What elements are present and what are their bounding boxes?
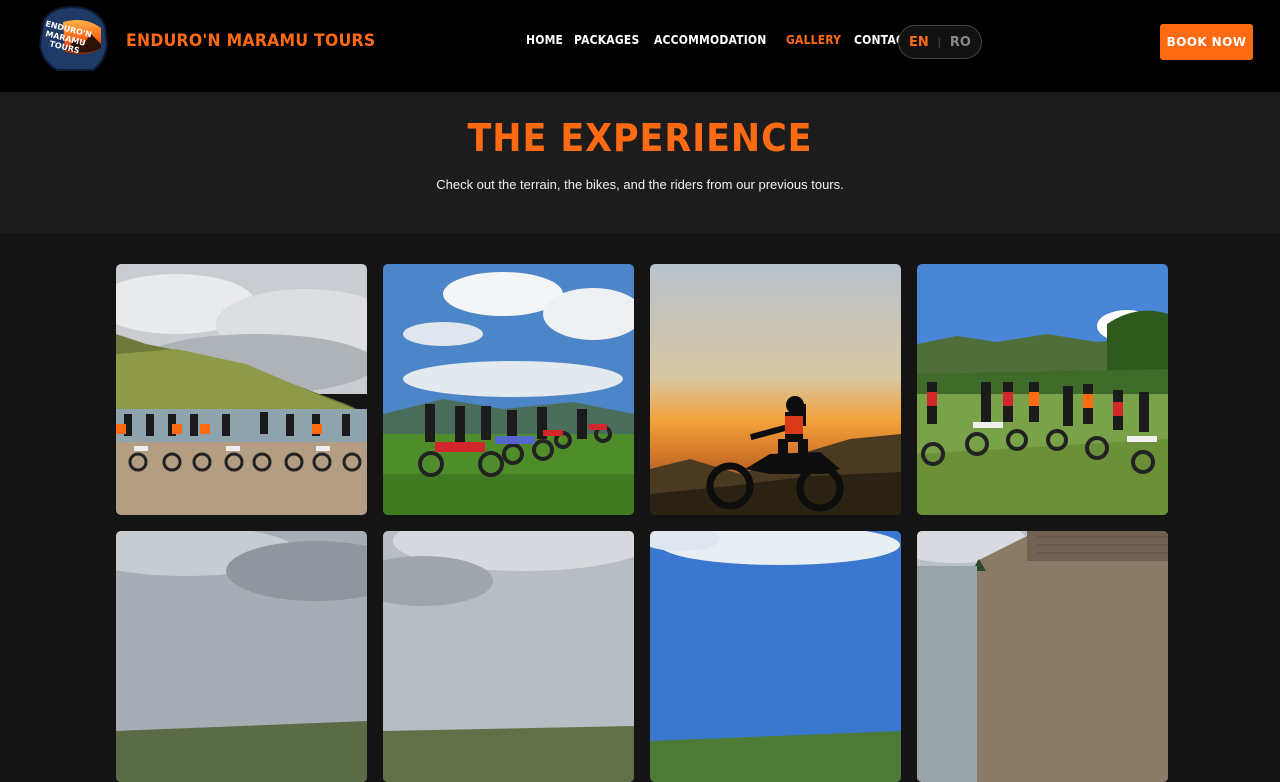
gallery-photo-wooden-cabin[interactable] [917, 531, 1168, 782]
nav-gallery[interactable]: GALLERY [786, 33, 841, 51]
page-subtitle: Check out the terrain, the bikes, and th… [436, 177, 844, 192]
gallery-hero: THE EXPERIENCE Check out the terrain, th… [0, 92, 1280, 233]
brand-name[interactable]: ENDURO'N MARAMU TOURS [126, 31, 375, 51]
page-title: THE EXPERIENCE [467, 116, 813, 160]
gallery-photo-blue-sky-clouds[interactable] [650, 531, 901, 782]
book-now-button[interactable]: BOOK NOW [1160, 24, 1253, 60]
gallery-photo-riders-lineup-lake[interactable] [116, 264, 367, 515]
nav-accommodation[interactable]: ACCOMMODATION [654, 33, 767, 51]
gallery-photo-cloudy-sky-1[interactable] [116, 531, 367, 782]
helmet-logo-icon[interactable]: ENDURO'N MARAMU TOURS [37, 4, 109, 72]
site-header: ENDURO'N MARAMU TOURS ENDURO'N MARAMU TO… [0, 0, 1280, 92]
lang-en[interactable]: EN [909, 35, 929, 50]
gallery-photo-group-forest-hill[interactable] [917, 264, 1168, 515]
lang-ro[interactable]: RO [950, 35, 971, 50]
nav-home[interactable]: HOME [526, 33, 563, 51]
lang-separator: | [937, 35, 941, 49]
main-nav: HOME PACKAGES ACCOMMODATION GALLERY CONT… [526, 33, 912, 51]
photo-gallery [116, 264, 1168, 782]
language-switcher: EN | RO [898, 25, 982, 59]
gallery-photo-cloudy-sky-2[interactable] [383, 531, 634, 782]
gallery-photo-riders-mountain-meadow[interactable] [383, 264, 634, 515]
nav-packages[interactable]: PACKAGES [574, 33, 639, 51]
gallery-photo-rider-sunset-silhouette[interactable] [650, 264, 901, 515]
